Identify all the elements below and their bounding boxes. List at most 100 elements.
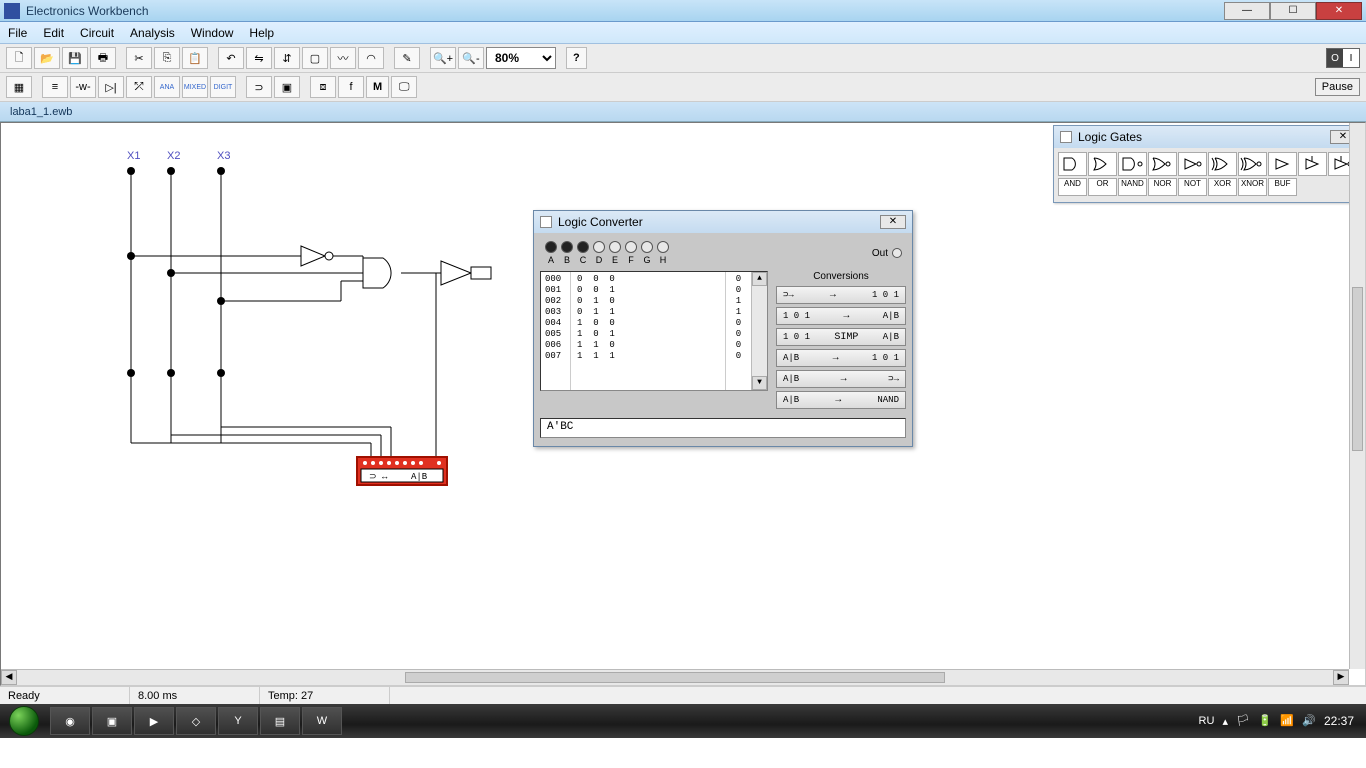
help-button[interactable]: ? <box>566 47 587 69</box>
gate-label-or[interactable]: OR <box>1088 178 1117 196</box>
indicators-button[interactable]: ⧈ <box>310 76 336 98</box>
gate-xnor-icon[interactable] <box>1238 152 1267 176</box>
gate-label-buf[interactable]: BUF <box>1268 178 1297 196</box>
logic-gates-button[interactable]: ⊃ <box>246 76 272 98</box>
menu-file[interactable]: File <box>8 26 27 40</box>
digital-button[interactable]: ▣ <box>274 76 300 98</box>
expression-field[interactable]: A'BC <box>540 418 906 438</box>
component-props-button[interactable]: ✎ <box>394 47 420 69</box>
taskbar-app-1[interactable]: ◉ <box>50 707 90 735</box>
logic-converter-close-button[interactable]: ✕ <box>880 215 906 229</box>
menu-help[interactable]: Help <box>249 26 274 40</box>
subcircuit-button[interactable]: ▢ <box>302 47 328 69</box>
status-temp: Temp: 27 <box>260 687 390 704</box>
truth-table-scrollbar[interactable]: ▲▼ <box>751 272 767 390</box>
basic-button[interactable]: -w- <box>70 76 96 98</box>
taskbar-app-4[interactable]: ◇ <box>176 707 216 735</box>
graph-button[interactable]: 〰 <box>330 47 356 69</box>
conv-truth-to-simp[interactable]: 1 0 1SIMPA|B <box>776 328 906 346</box>
misc-button[interactable]: M <box>366 76 389 98</box>
canvas-horizontal-scrollbar[interactable]: ◀▶ <box>1 669 1349 685</box>
taskbar-app-7[interactable]: W <box>302 707 342 735</box>
start-button[interactable] <box>4 704 44 738</box>
gate-label-xnor[interactable]: XNOR <box>1238 178 1267 196</box>
gate-label-not[interactable]: NOT <box>1178 178 1207 196</box>
simulate-switch[interactable]: OI <box>1326 48 1360 68</box>
cut-button[interactable]: ✂ <box>126 47 152 69</box>
conv-expr-to-nand[interactable]: A|B→NAND <box>776 391 906 409</box>
gate-not-icon[interactable] <box>1178 152 1207 176</box>
terminal-A[interactable]: A <box>544 241 558 265</box>
taskbar-app-6[interactable]: ▤ <box>260 707 300 735</box>
conversions-title: Conversions <box>776 271 906 282</box>
menu-analysis[interactable]: Analysis <box>130 26 175 40</box>
maximize-button[interactable]: ☐ <box>1270 2 1316 20</box>
flip-vertical-button[interactable]: ⇵ <box>274 47 300 69</box>
conv-truth-to-expr[interactable]: 1 0 1→A|B <box>776 307 906 325</box>
gate-or-icon[interactable] <box>1088 152 1117 176</box>
gate-label-nor[interactable]: NOR <box>1148 178 1177 196</box>
terminal-E[interactable]: E <box>608 241 622 265</box>
minimize-button[interactable]: — <box>1224 2 1270 20</box>
palette-titlebar[interactable]: Logic Gates ✕ <box>1054 126 1362 148</box>
clock[interactable]: 22:37 <box>1324 714 1354 728</box>
gate-tristate-icon[interactable] <box>1298 152 1327 176</box>
paste-button[interactable]: 📋 <box>182 47 208 69</box>
terminal-F[interactable]: F <box>624 241 638 265</box>
battery-icon[interactable]: 🔋 <box>1258 714 1272 728</box>
copy-button[interactable]: ⎘ <box>154 47 180 69</box>
gate-label-and[interactable]: AND <box>1058 178 1087 196</box>
print-button[interactable]: 🖶 <box>90 47 116 69</box>
zoom-out-button[interactable]: 🔍- <box>458 47 484 69</box>
terminal-B[interactable]: B <box>560 241 574 265</box>
document-tab[interactable]: laba1_1.ewb <box>0 102 1366 122</box>
conv-expr-to-truth[interactable]: A|B→1 0 1 <box>776 349 906 367</box>
gate-nand-icon[interactable] <box>1118 152 1147 176</box>
conv-expr-to-circuit[interactable]: A|B→⊃→ <box>776 370 906 388</box>
terminal-D[interactable]: D <box>592 241 606 265</box>
pause-button[interactable]: Pause <box>1315 78 1360 96</box>
transistors-button[interactable]: ⤱ <box>126 76 152 98</box>
menu-circuit[interactable]: Circuit <box>80 26 114 40</box>
rotate-left-button[interactable]: ↶ <box>218 47 244 69</box>
zoom-select[interactable]: 80% <box>486 47 556 69</box>
conv-circuit-to-truth[interactable]: ⊃→→1 0 1 <box>776 286 906 304</box>
controls-button[interactable]: f <box>338 76 364 98</box>
taskbar-app-2[interactable]: ▣ <box>92 707 132 735</box>
close-button[interactable]: ✕ <box>1316 2 1362 20</box>
favorites-button[interactable]: ▦ <box>6 76 32 98</box>
gate-buffer-icon[interactable] <box>1268 152 1297 176</box>
taskbar-app-3[interactable]: ▶ <box>134 707 174 735</box>
volume-icon[interactable]: 🔊 <box>1302 714 1316 728</box>
digital-ics-button[interactable]: DIGIT <box>210 76 236 98</box>
diodes-button[interactable]: ▷| <box>98 76 124 98</box>
network-icon[interactable]: 📶 <box>1280 714 1294 728</box>
open-file-button[interactable]: 📂 <box>34 47 60 69</box>
instruments-button[interactable]: 🖵 <box>391 76 417 98</box>
terminal-G[interactable]: G <box>640 241 654 265</box>
flip-horizontal-button[interactable]: ⇋ <box>246 47 272 69</box>
zoom-in-button[interactable]: 🔍+ <box>430 47 456 69</box>
sources-button[interactable]: ≡ <box>42 76 68 98</box>
gate-label-xor[interactable]: XOR <box>1208 178 1237 196</box>
language-indicator[interactable]: RU <box>1199 715 1215 727</box>
tray-chevron-icon[interactable]: ▴ <box>1222 715 1228 728</box>
menu-edit[interactable]: Edit <box>43 26 64 40</box>
gate-label-nand[interactable]: NAND <box>1118 178 1147 196</box>
gate-and-icon[interactable] <box>1058 152 1087 176</box>
taskbar-app-5[interactable]: Y <box>218 707 258 735</box>
logic-converter-titlebar[interactable]: Logic Converter ✕ <box>534 211 912 233</box>
menu-window[interactable]: Window <box>191 26 234 40</box>
analysis-button[interactable]: ◠ <box>358 47 384 69</box>
analog-ics-button[interactable]: ANA <box>154 76 180 98</box>
terminal-C[interactable]: C <box>576 241 590 265</box>
save-file-button[interactable]: 💾 <box>62 47 88 69</box>
canvas-vertical-scrollbar[interactable] <box>1349 123 1365 669</box>
flag-icon[interactable]: 🏳 <box>1236 714 1250 728</box>
terminal-H[interactable]: H <box>656 241 670 265</box>
schematic-canvas[interactable]: X1 X2 X3 <box>1 123 1365 685</box>
mixed-ics-button[interactable]: MIXED <box>182 76 208 98</box>
new-file-button[interactable]: 🗋 <box>6 47 32 69</box>
gate-xor-icon[interactable] <box>1208 152 1237 176</box>
gate-nor-icon[interactable] <box>1148 152 1177 176</box>
